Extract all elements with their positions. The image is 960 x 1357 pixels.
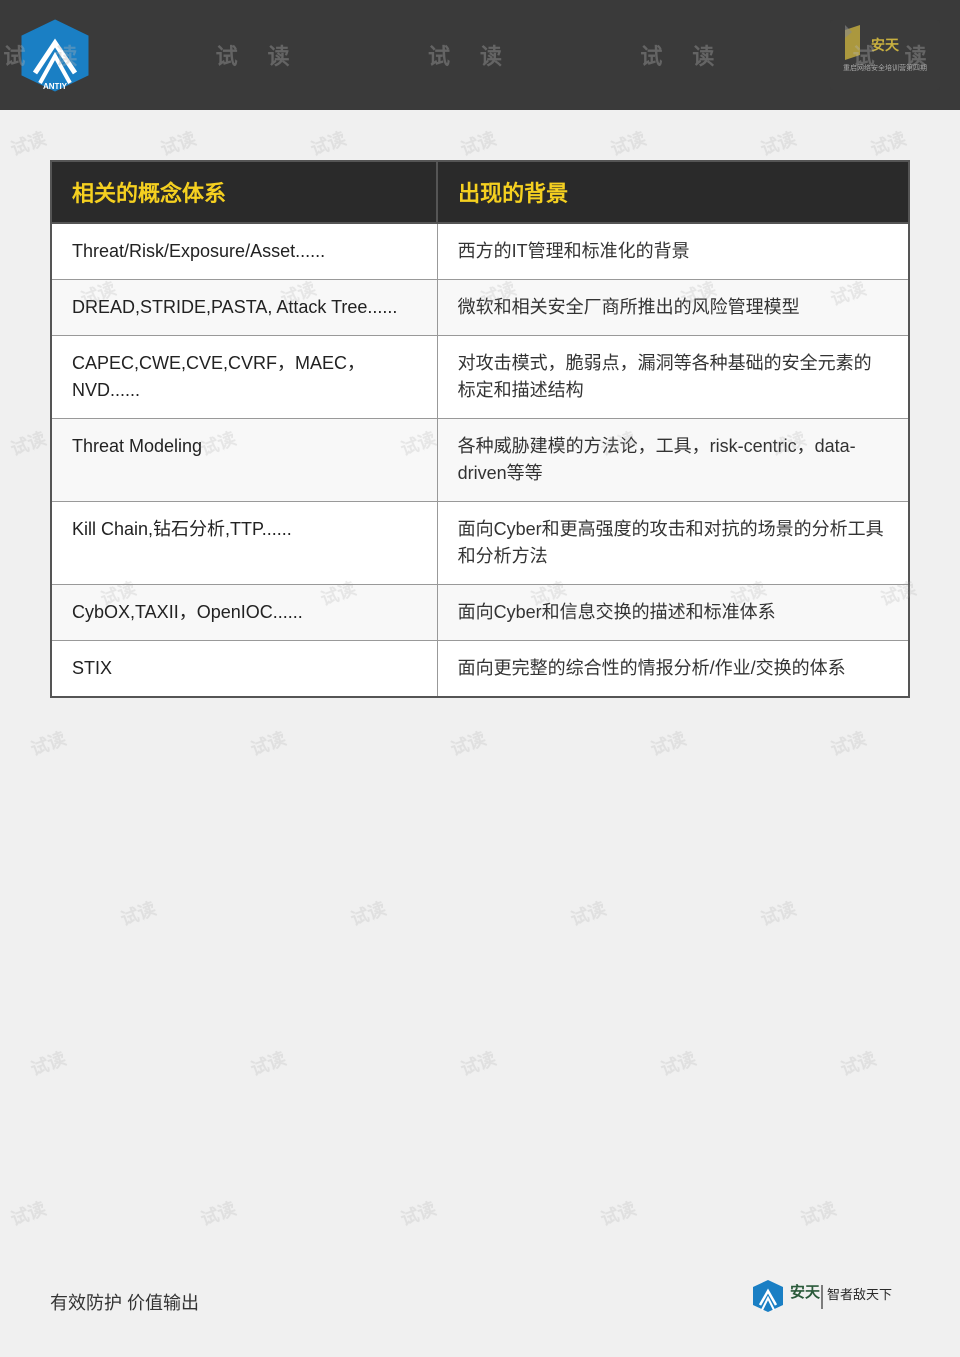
watermark-text: 试读 xyxy=(457,1045,500,1082)
table-cell-right: 对攻击模式，脆弱点，漏洞等各种基础的安全元素的标定和描述结构 xyxy=(437,336,909,419)
watermark-text: 试读 xyxy=(647,725,690,762)
col2-header: 出现的背景 xyxy=(437,161,909,223)
svg-text:智者敌天下: 智者敌天下 xyxy=(827,1287,892,1302)
watermark-text: 试读 xyxy=(837,1045,880,1082)
watermark-text: 试读 xyxy=(247,1045,290,1082)
watermark-text: 试读 xyxy=(27,1045,70,1082)
watermark-text: 试读 xyxy=(27,725,70,762)
svg-text:重启网络安全培训营第四期: 重启网络安全培训营第四期 xyxy=(843,63,927,72)
table-cell-left: CybOX,TAXII，OpenIOC...... xyxy=(51,585,437,641)
main-content: 相关的概念体系 出现的背景 Threat/Risk/Exposure/Asset… xyxy=(0,110,960,728)
footer-logo-icon: 安天 智者敌天下 xyxy=(750,1277,910,1327)
watermark-text: 试读 xyxy=(597,1195,640,1232)
header: ANTIY 试读 试读 试读 试读 试读 试读 试读 安天 重启网络安全培训营第… xyxy=(0,0,960,110)
watermark-text: 试读 xyxy=(797,1195,840,1232)
table-cell-right: 微软和相关安全厂商所推出的风险管理模型 xyxy=(437,280,909,336)
table-cell-left: CAPEC,CWE,CVE,CVRF，MAEC，NVD...... xyxy=(51,336,437,419)
logo-area: ANTIY xyxy=(20,18,90,93)
table-cell-left: Threat Modeling xyxy=(51,419,437,502)
svg-text:ANTIY: ANTIY xyxy=(43,82,68,91)
footer-left-text: 有效防护 价值输出 xyxy=(50,1289,199,1315)
table-cell-left: STIX xyxy=(51,641,437,698)
table-cell-right: 面向更完整的综合性的情报分析/作业/交换的体系 xyxy=(437,641,909,698)
table-cell-left: Kill Chain,钻石分析,TTP...... xyxy=(51,502,437,585)
table-row: Threat Modeling各种威胁建模的方法论，工具，risk-centri… xyxy=(51,419,909,502)
watermark-text: 试读 xyxy=(347,895,390,932)
table-cell-right: 面向Cyber和信息交换的描述和标准体系 xyxy=(437,585,909,641)
watermark-text: 试读 xyxy=(657,1045,700,1082)
watermark-text: 试读 xyxy=(757,895,800,932)
watermark-text: 试读 xyxy=(567,895,610,932)
watermark-text: 试读 xyxy=(7,1195,50,1232)
table-row: STIX面向更完整的综合性的情报分析/作业/交换的体系 xyxy=(51,641,909,698)
watermark-text: 试读 xyxy=(447,725,490,762)
table-cell-right: 各种威胁建模的方法论，工具，risk-centric，data-driven等等 xyxy=(437,419,909,502)
antiy-logo-icon: ANTIY xyxy=(20,18,90,93)
col1-header: 相关的概念体系 xyxy=(51,161,437,223)
header-watermark: 试读 试读 试读 试读 试读 试读 试读 xyxy=(0,0,960,110)
svg-text:安天: 安天 xyxy=(871,37,900,54)
watermark-text: 试读 xyxy=(197,1195,240,1232)
table-row: Threat/Risk/Exposure/Asset......西方的IT管理和… xyxy=(51,223,909,280)
table-cell-right: 面向Cyber和更高强度的攻击和对抗的场景的分析工具和分析方法 xyxy=(437,502,909,585)
table-cell-right: 西方的IT管理和标准化的背景 xyxy=(437,223,909,280)
content-table: 相关的概念体系 出现的背景 Threat/Risk/Exposure/Asset… xyxy=(50,160,910,698)
watermark-text: 试读 xyxy=(117,895,160,932)
svg-text:安天: 安天 xyxy=(790,1283,821,1301)
watermark-text: 试读 xyxy=(397,1195,440,1232)
footer-logo: 安天 智者敌天下 xyxy=(750,1277,910,1327)
watermark-text: 试读 xyxy=(247,725,290,762)
table-row: CAPEC,CWE,CVE,CVRF，MAEC，NVD......对攻击模式，脆… xyxy=(51,336,909,419)
table-cell-left: Threat/Risk/Exposure/Asset...... xyxy=(51,223,437,280)
right-logo-icon: 安天 重启网络安全培训营第四期 xyxy=(830,20,940,90)
table-row: Kill Chain,钻石分析,TTP......面向Cyber和更高强度的攻击… xyxy=(51,502,909,585)
table-row: CybOX,TAXII，OpenIOC......面向Cyber和信息交换的描述… xyxy=(51,585,909,641)
watermark-text: 试读 xyxy=(827,725,870,762)
table-cell-left: DREAD,STRIDE,PASTA, Attack Tree...... xyxy=(51,280,437,336)
footer: 有效防护 价值输出 安天 智者敌天下 xyxy=(50,1277,910,1327)
header-right-logo: 安天 重启网络安全培训营第四期 xyxy=(830,20,940,90)
header-watermark-text: 试读 试读 试读 试读 试读 试读 试读 xyxy=(0,39,960,71)
table-row: DREAD,STRIDE,PASTA, Attack Tree......微软和… xyxy=(51,280,909,336)
